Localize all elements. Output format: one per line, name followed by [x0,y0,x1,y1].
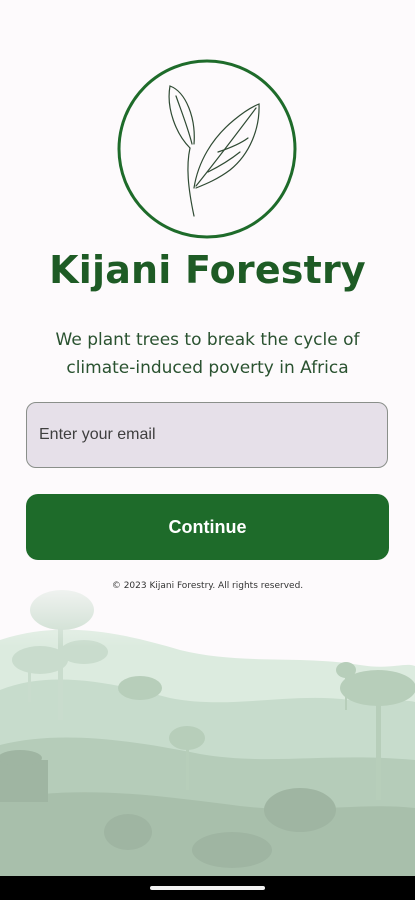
login-screen: Kijani Forestry We plant trees to break … [0,0,415,900]
system-navigation-bar [0,876,415,900]
forest-background-illustration [0,570,415,876]
copyright-text: © 2023 Kijani Forestry. All rights reser… [111,581,304,591]
email-field[interactable] [26,402,388,468]
tagline: We plant trees to break the cycle of cli… [55,330,360,378]
home-indicator[interactable] [150,886,265,890]
continue-button[interactable]: Continue [26,494,389,560]
leaf-logo [117,59,297,239]
app-title: Kijani Forestry [49,248,366,292]
leaf-icon [168,85,260,217]
